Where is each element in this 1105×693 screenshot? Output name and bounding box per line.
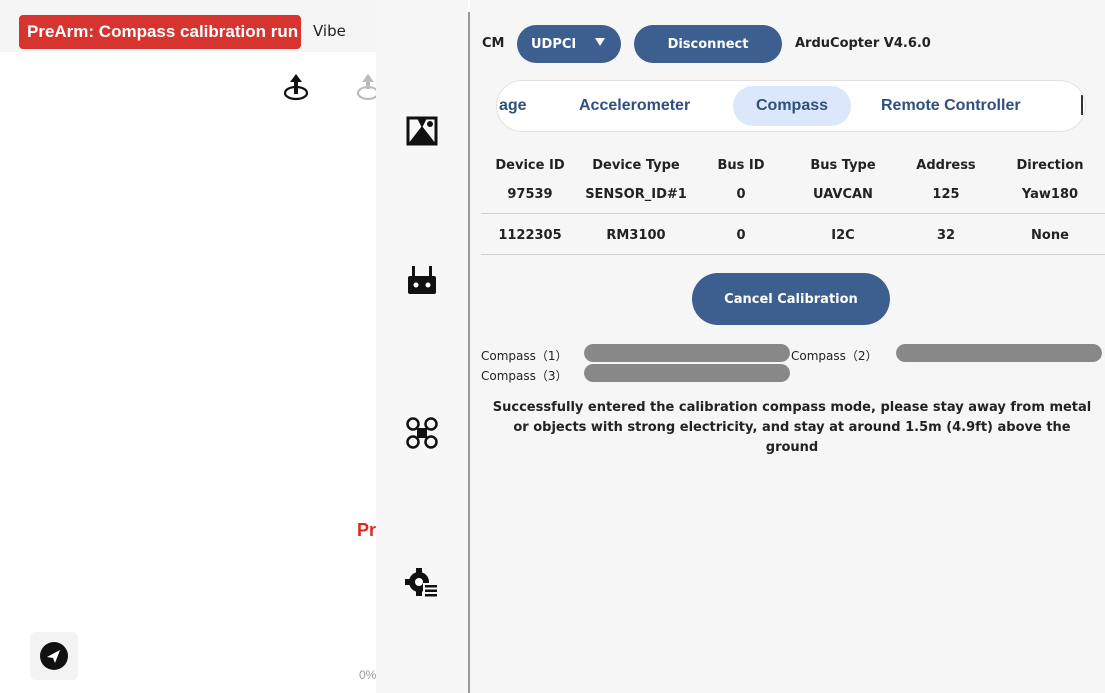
connection-type-select[interactable]: UDPCI: [517, 25, 621, 63]
calibration-tabs: age Accelerometer Compass Remote Control…: [496, 80, 1086, 132]
col-header-bus-type: Bus Type: [810, 158, 876, 173]
compass-3-label: Compass（3）: [481, 369, 568, 383]
app-root: PreArm: Compass calibration run Vibe Pr …: [0, 0, 1105, 693]
col-header-direction: Direction: [1016, 158, 1084, 173]
col-header-device-type: Device Type: [592, 158, 680, 173]
col-header-bus-id: Bus ID: [717, 158, 765, 173]
cell-direction: Yaw180: [1021, 187, 1079, 202]
vehicle-setup-icon[interactable]: [405, 114, 439, 148]
cell-device-type: SENSOR_ID#1: [585, 187, 687, 202]
col-header-device-id: Device ID: [495, 158, 565, 173]
tab-scroll-edge: [1081, 95, 1083, 115]
cell-bus-id: 0: [736, 228, 746, 243]
cell-device-id: 1122305: [498, 228, 562, 243]
cell-bus-type: I2C: [831, 228, 855, 243]
compass-3-progress: [584, 364, 790, 382]
compass-3-progress-fill: [584, 364, 790, 382]
table-divider: [481, 213, 1105, 214]
connection-type-value: UDPCI: [531, 36, 577, 52]
map-view[interactable]: PreArm: Compass calibration run Vibe Pr …: [0, 0, 380, 693]
vibe-label[interactable]: Vibe: [313, 22, 346, 40]
progress-percent: 0%: [359, 668, 377, 682]
cell-device-id: 97539: [507, 187, 553, 202]
firmware-version: ArduCopter V4.6.0: [795, 36, 931, 51]
compass-1-label: Compass（1）: [481, 349, 568, 363]
cell-direction: None: [1031, 228, 1069, 243]
cell-address: 32: [936, 228, 956, 243]
tab-remote-controller[interactable]: Remote Controller: [881, 86, 1021, 126]
compass-2-progress: [896, 344, 1102, 362]
compass-1-progress-fill: [584, 344, 790, 362]
send-icon: [40, 642, 68, 670]
prearm-warning[interactable]: PreArm: Compass calibration run: [19, 15, 301, 49]
upload-mission-icon[interactable]: [282, 72, 310, 102]
chevron-down-icon: [595, 38, 605, 46]
compass-2-progress-fill: [896, 344, 1102, 362]
drone-frame-icon[interactable]: [405, 416, 439, 450]
cell-bus-id: 0: [736, 187, 746, 202]
col-header-address: Address: [916, 158, 976, 173]
cell-address: 125: [932, 187, 960, 202]
compass-2-label: Compass（2）: [791, 349, 878, 363]
disconnect-button[interactable]: Disconnect: [634, 25, 782, 63]
cell-bus-type: UAVCAN: [813, 187, 873, 202]
tab-accelerometer[interactable]: Accelerometer: [579, 86, 690, 126]
status-text-partial: Pr: [357, 520, 377, 540]
tab-partial[interactable]: age: [499, 86, 527, 126]
cell-device-type: RM3100: [606, 228, 666, 243]
remote-controller-icon[interactable]: [405, 264, 439, 298]
table-divider: [481, 254, 1105, 255]
settings-icon[interactable]: [405, 566, 439, 600]
cancel-calibration-button[interactable]: Cancel Calibration: [692, 273, 890, 325]
compass-1-progress: [584, 344, 790, 362]
connection-label: CM: [482, 36, 505, 51]
tab-compass[interactable]: Compass: [733, 86, 851, 126]
send-button[interactable]: [30, 632, 78, 680]
calibration-instructions: Successfully entered the calibration com…: [492, 400, 1092, 455]
